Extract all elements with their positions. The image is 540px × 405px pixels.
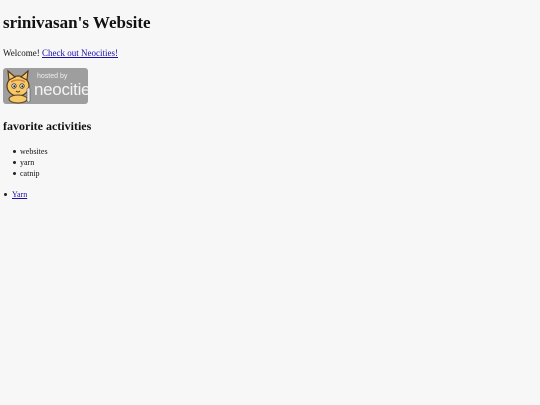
list-item: yarn	[13, 157, 48, 168]
page-title: srinivasan's Website	[3, 13, 151, 32]
badge-big-text: neocities	[34, 80, 88, 99]
activities-list: websites yarn catnip	[0, 146, 48, 179]
neocities-link[interactable]: Check out Neocities!	[42, 48, 118, 58]
hosted-by-neocities-badge[interactable]: hosted by neocities	[3, 68, 88, 104]
neocities-cat-icon	[6, 69, 31, 104]
yarn-link[interactable]: Yarn	[12, 190, 27, 199]
links-list: Yarn	[0, 189, 27, 200]
welcome-line: Welcome! Check out Neocities!	[3, 47, 118, 59]
welcome-text: Welcome!	[3, 48, 40, 58]
link-list-item: Yarn	[3, 189, 27, 200]
page: srinivasan's Website Welcome! Check out …	[0, 0, 540, 405]
list-item: catnip	[13, 168, 48, 179]
list-item: websites	[13, 147, 48, 156]
section-title: favorite activities	[3, 119, 92, 133]
